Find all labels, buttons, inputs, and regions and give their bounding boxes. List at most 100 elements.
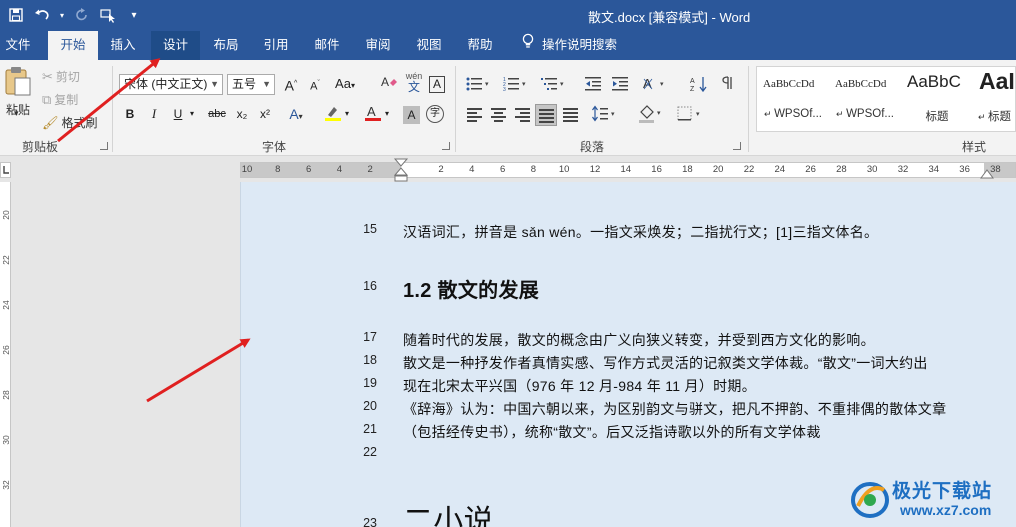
- sort-icon[interactable]: AZ: [690, 75, 708, 93]
- ruler-number: 24: [774, 164, 786, 175]
- ruler-number: 22: [743, 164, 755, 175]
- shrink-font-button[interactable]: Aˇ: [304, 74, 326, 94]
- ruler-number: 6: [305, 164, 312, 175]
- paragraph-text[interactable]: 现在北宋太平兴国（976 年 12 月-984 年 11 月）时期。: [403, 376, 756, 396]
- right-indent-marker-icon[interactable]: [980, 168, 994, 180]
- group-separator: [112, 66, 113, 152]
- vertical-ruler[interactable]: 20 22 24 26 28 30 32: [0, 182, 11, 527]
- font-name-select[interactable]: 宋体 (中文正文) ▼: [119, 74, 223, 95]
- ruler-number: 4: [336, 164, 343, 175]
- phonetic-guide-button[interactable]: wén 文: [403, 71, 425, 97]
- tab-insert[interactable]: 插入: [100, 31, 146, 60]
- superscript-button[interactable]: x²: [254, 104, 276, 124]
- underline-dropdown-icon[interactable]: ▾: [186, 104, 198, 124]
- borders-icon[interactable]: ▾: [677, 106, 703, 122]
- grow-font-button[interactable]: A^: [280, 74, 302, 94]
- tab-references[interactable]: 引用: [253, 31, 299, 60]
- shading-icon[interactable]: ▾: [638, 104, 664, 123]
- align-left-icon[interactable]: [466, 107, 484, 123]
- clipboard-launcher-icon[interactable]: [100, 142, 108, 150]
- paragraph-launcher-icon[interactable]: [733, 142, 741, 150]
- italic-button[interactable]: I: [143, 104, 165, 124]
- customize-qat-icon[interactable]: ▾: [124, 5, 144, 25]
- tab-home[interactable]: 开始: [48, 31, 98, 60]
- numbering-icon[interactable]: 1 2 3 ▾: [503, 76, 526, 93]
- tab-design[interactable]: 设计: [151, 31, 200, 60]
- tab-mailings[interactable]: 邮件: [304, 31, 350, 60]
- text-effects-button[interactable]: A▾: [285, 104, 307, 124]
- font-color-dropdown-icon[interactable]: ▾: [382, 104, 392, 124]
- svg-text:A: A: [367, 104, 376, 119]
- copy-button[interactable]: ⧉ 复制: [42, 91, 78, 108]
- svg-text:▾: ▾: [522, 81, 526, 88]
- ruler-number: 36: [959, 164, 970, 175]
- font-launcher-icon[interactable]: [442, 142, 450, 150]
- enclose-characters-button[interactable]: 字: [426, 105, 444, 123]
- align-right-icon[interactable]: [514, 107, 532, 123]
- font-color-button[interactable]: A: [362, 104, 384, 124]
- format-painter-button[interactable]: 🖌 格式刷: [42, 114, 98, 131]
- arrow-to-page-color: [146, 338, 251, 403]
- horizontal-ruler[interactable]: 10 8 6 4 2 2 4 6 8 10 12 14 16 18 20 22 24 26 28 30 32 34 36 38: [240, 162, 1016, 178]
- aurora-logo-icon: [851, 482, 889, 518]
- redo-icon[interactable]: [72, 5, 92, 25]
- chapter-heading[interactable]: 二小说: [403, 496, 494, 527]
- ruler-number: 28: [836, 164, 847, 175]
- tab-view[interactable]: 视图: [406, 31, 452, 60]
- section-heading[interactable]: 1.2 散文的发展: [403, 274, 539, 303]
- paragraph-text[interactable]: （包括经传史书），统称“散文”。后又泛指诗歌以外的所有文学体裁: [403, 422, 821, 442]
- svg-text:Z: Z: [690, 86, 695, 93]
- svg-text:▾: ▾: [485, 81, 489, 88]
- clipboard-group-label: 剪贴板: [22, 140, 59, 154]
- asian-layout-icon[interactable]: A▾: [643, 75, 669, 91]
- style-item-heading-1[interactable]: AaBbC 标题: [902, 68, 972, 126]
- style-item-wpsoffice-2[interactable]: AaBbCcDd ↵ WPSOf...: [830, 68, 900, 126]
- decrease-indent-icon[interactable]: [585, 76, 603, 92]
- character-shading-button[interactable]: A: [403, 106, 420, 124]
- font-size-select[interactable]: 五号 ▼: [227, 74, 275, 95]
- group-separator: [455, 66, 456, 152]
- style-item-wpsoffice-1[interactable]: AaBbCcDd ↵ WPSOf...: [758, 68, 828, 126]
- strikethrough-button[interactable]: abc: [204, 104, 230, 124]
- paste-dropdown-icon[interactable]: ▾: [14, 108, 19, 119]
- tab-layout[interactable]: 布局: [203, 31, 249, 60]
- touch-mode-icon[interactable]: [98, 5, 118, 25]
- character-border-button[interactable]: A: [429, 76, 445, 93]
- quick-access-toolbar: ▾ ▾: [6, 5, 144, 25]
- paragraph-text[interactable]: 散文是一种抒发作者真情实感、写作方式灵活的记叙类文学体裁。“散文”一词大约出: [403, 353, 928, 373]
- tab-review[interactable]: 审阅: [355, 31, 401, 60]
- multilevel-list-icon[interactable]: ▾: [541, 76, 564, 92]
- save-icon[interactable]: [6, 5, 26, 25]
- tab-selector[interactable]: [0, 162, 11, 178]
- cut-button[interactable]: ✂ 剪切: [42, 68, 80, 85]
- ruler-number: 32: [897, 164, 909, 175]
- style-name: ↵ 标题: [978, 111, 1012, 123]
- align-center-icon[interactable]: [490, 107, 508, 123]
- clear-formatting-button[interactable]: A: [378, 74, 400, 94]
- bullets-icon[interactable]: ▾: [466, 76, 489, 92]
- justify-icon[interactable]: [535, 104, 557, 126]
- style-item-heading-2[interactable]: AaI ↵ 标题: [974, 68, 1016, 126]
- highlight-dropdown-icon[interactable]: ▾: [342, 104, 352, 124]
- cut-label: 剪切: [55, 70, 80, 84]
- watermark-url: www.xz7.com: [900, 502, 992, 518]
- bold-button[interactable]: B: [119, 104, 141, 124]
- paragraph-text[interactable]: 汉语词汇，拼音是 sǎn wén。一指文采焕发；二指扰行文；[1]三指文体名。: [403, 222, 878, 242]
- undo-dropdown-icon[interactable]: ▾: [58, 5, 66, 25]
- tab-help[interactable]: 帮助: [457, 31, 503, 60]
- undo-icon[interactable]: [32, 5, 52, 25]
- paragraph-text[interactable]: 随着时代的发展，散文的概念由广义向狭义转变，并受到西方文化的影响。: [403, 330, 875, 350]
- subscript-button[interactable]: x₂: [231, 104, 253, 124]
- tell-me-search[interactable]: 操作说明搜索: [522, 31, 617, 60]
- vertical-ruler-number: 32: [1, 480, 11, 490]
- chevron-down-icon: ▼: [262, 79, 271, 89]
- style-name: 标题: [925, 111, 949, 123]
- increase-indent-icon[interactable]: [612, 76, 630, 92]
- show-marks-icon[interactable]: [722, 75, 740, 91]
- line-spacing-icon[interactable]: ▾: [592, 105, 618, 122]
- change-case-button[interactable]: Aa▾: [332, 74, 358, 94]
- distributed-icon[interactable]: [562, 107, 580, 123]
- paragraph-text[interactable]: 《辞海》认为：中国六朝以来，为区别韵文与骈文，把凡不押韵、不重排偶的散体文章: [403, 399, 946, 419]
- tab-file[interactable]: 文件: [0, 31, 36, 60]
- highlight-button[interactable]: [322, 104, 344, 124]
